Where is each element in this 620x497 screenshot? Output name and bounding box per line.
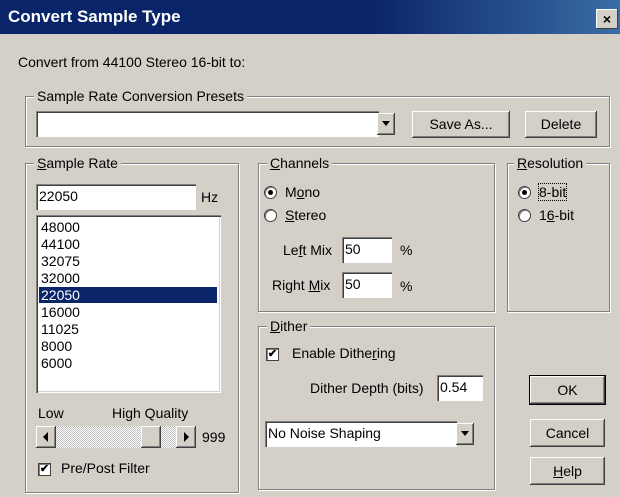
noise-shaping-combo[interactable]: No Noise Shaping (265, 421, 457, 447)
scroll-right-button[interactable] (176, 426, 196, 448)
sample-rate-option[interactable]: 16000 (39, 304, 217, 320)
convert-sample-type-dialog: Convert Sample Type × Convert from 44100… (0, 0, 620, 497)
left-mix-percent: % (400, 242, 413, 258)
title-bar: Convert Sample Type × (0, 0, 620, 34)
quality-track[interactable] (36, 426, 196, 448)
left-mix-input[interactable]: 50 (342, 237, 392, 263)
quality-scrollbar[interactable] (36, 426, 196, 448)
resolution-legend: Resolution (514, 154, 587, 172)
presets-dropdown-button[interactable] (377, 113, 395, 135)
sample-rate-option[interactable]: 11025 (39, 321, 217, 337)
sample-rate-input[interactable]: 22050 (36, 184, 196, 210)
mono-label: Mono (285, 184, 321, 200)
left-mix-label: Left Mix (283, 242, 333, 258)
prepost-filter-label: Pre/Post Filter (61, 460, 150, 476)
right-mix-label: Right Mix (272, 277, 331, 293)
presets-legend: Sample Rate Conversion Presets (34, 87, 247, 105)
quality-high-label: High Quality (112, 405, 189, 421)
quality-value: 999 (202, 429, 226, 445)
right-mix-input[interactable]: 50 (342, 272, 392, 298)
channels-legend: Channels (267, 154, 333, 172)
sample-rate-option[interactable]: 22050 (39, 287, 217, 303)
presets-combo[interactable] (36, 111, 379, 137)
ok-button[interactable]: OK (530, 376, 605, 404)
sample-rate-option[interactable]: 6000 (39, 355, 217, 371)
sample-rate-list[interactable]: 48000 44100 32075 32000 22050 16000 11025 8000 6… (36, 215, 221, 393)
dither-legend: Dither (267, 317, 311, 335)
enable-dithering-label: Enable Dithering (292, 345, 396, 361)
close-button[interactable]: × (596, 9, 618, 29)
right-mix-percent: % (400, 278, 413, 294)
16bit-label: 16-bit (539, 207, 575, 223)
16bit-radio[interactable] (518, 209, 531, 222)
stereo-radio[interactable] (264, 209, 277, 222)
sample-rate-legend: Sample Rate (34, 154, 121, 172)
sample-rate-option[interactable]: 8000 (39, 338, 217, 354)
sample-rate-option[interactable]: 44100 (39, 236, 217, 252)
arrow-left-icon (43, 432, 48, 442)
scroll-left-button[interactable] (36, 426, 56, 448)
dither-depth-input[interactable]: 0.54 (437, 375, 483, 401)
prepost-filter-checkbox[interactable]: ✔ (38, 463, 51, 476)
quality-low-label: Low (38, 405, 64, 421)
arrow-right-icon (184, 432, 189, 442)
sample-rate-option[interactable]: 32000 (39, 270, 217, 286)
stereo-label: Stereo (285, 207, 327, 223)
save-as-button[interactable]: Save As... (412, 111, 510, 138)
window-title: Convert Sample Type (8, 7, 181, 26)
header-text: Convert from 44100 Stereo 16-bit to: (18, 54, 246, 70)
mono-radio[interactable] (264, 186, 277, 199)
enable-dithering-checkbox[interactable]: ✔ (266, 348, 279, 361)
check-icon: ✔ (39, 463, 50, 475)
help-button[interactable]: Help (530, 457, 605, 485)
quality-thumb[interactable] (141, 426, 161, 448)
sample-rate-option[interactable]: 32075 (39, 253, 217, 269)
8bit-radio[interactable] (518, 186, 531, 199)
cancel-button[interactable]: Cancel (530, 419, 605, 447)
noise-shaping-dropdown-button[interactable] (456, 423, 474, 445)
sample-rate-option[interactable]: 48000 (39, 219, 217, 235)
dither-depth-label: Dither Depth (bits) (310, 380, 424, 396)
check-icon: ✔ (267, 348, 278, 360)
delete-button[interactable]: Delete (525, 111, 597, 138)
8bit-label: 8-bit (537, 183, 568, 201)
hz-unit-label: Hz (201, 189, 219, 205)
